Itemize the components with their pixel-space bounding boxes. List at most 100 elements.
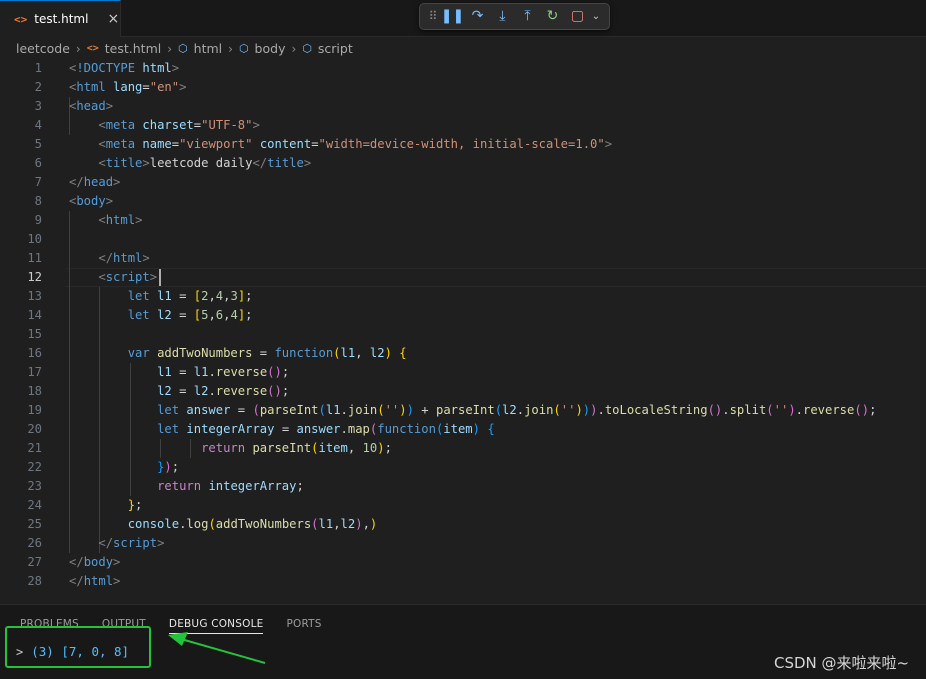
- code-line[interactable]: 16 var addTwoNumbers = function(l1, l2) …: [0, 344, 926, 363]
- code-line[interactable]: 5 <meta name="viewport" content="width=d…: [0, 135, 926, 154]
- line-number: 11: [27, 251, 42, 265]
- code-text: };: [127, 498, 143, 512]
- line-number: 25: [27, 517, 42, 531]
- code-text: </head>: [69, 175, 121, 189]
- code-line[interactable]: 22 });: [0, 458, 926, 477]
- code-line[interactable]: 17 l1 = l1.reverse();: [0, 363, 926, 382]
- code-line[interactable]: 11 </html>: [0, 249, 926, 268]
- line-number: 17: [27, 365, 42, 379]
- code-text: <title>leetcode daily</title>: [98, 156, 312, 170]
- tab-ports[interactable]: PORTS: [286, 618, 321, 634]
- code-line[interactable]: 20 let integerArray = answer.map(functio…: [0, 420, 926, 439]
- code-text: let integerArray = answer.map(function(i…: [157, 422, 495, 436]
- step-into-button[interactable]: ⤓: [490, 4, 515, 29]
- code-line[interactable]: 28 </html>: [0, 572, 926, 591]
- watermark: CSDN @来啦来啦~: [774, 654, 910, 672]
- code-text: <html>: [98, 213, 143, 227]
- code-line[interactable]: 1 <!DOCTYPE html>: [0, 59, 926, 78]
- step-out-button[interactable]: ⤒: [515, 4, 540, 29]
- code-line[interactable]: 6 <title>leetcode daily</title>: [0, 154, 926, 173]
- code-text: <body>: [69, 194, 114, 208]
- line-number: 15: [27, 327, 42, 341]
- chevron-down-icon[interactable]: ⌄: [590, 4, 602, 29]
- line-number: 16: [27, 346, 42, 360]
- code-line[interactable]: 21 return parseInt(item, 10);: [0, 439, 926, 458]
- drag-grip-icon[interactable]: ⠿: [426, 4, 440, 29]
- line-number: 23: [27, 479, 42, 493]
- code-line[interactable]: 7 </head>: [0, 173, 926, 192]
- code-text: </html>: [69, 574, 121, 588]
- code-text: <script>: [98, 270, 158, 284]
- code-line[interactable]: 4 <meta charset="UTF-8">: [0, 116, 926, 135]
- code-line[interactable]: 10: [0, 230, 926, 249]
- chevron-right-icon: ›: [291, 41, 297, 56]
- line-number: 21: [27, 441, 42, 455]
- line-number: 4: [34, 118, 42, 132]
- line-number: 7: [34, 175, 42, 189]
- code-line[interactable]: 13 let l1 = [2,4,3];: [0, 287, 926, 306]
- code-line[interactable]: 2 <html lang="en">: [0, 78, 926, 97]
- code-text: <meta charset="UTF-8">: [98, 118, 260, 132]
- code-line[interactable]: 9 <html>: [0, 211, 926, 230]
- code-text: </html>: [98, 251, 150, 265]
- line-number: 3: [34, 99, 42, 113]
- tab-label: test.html: [34, 12, 89, 26]
- html-file-icon: <>: [14, 12, 28, 26]
- code-editor[interactable]: 1 <!DOCTYPE html> 2 <html lang="en"> 3 <head>…: [0, 59, 926, 604]
- symbol-element-icon: ⬡: [178, 42, 188, 55]
- code-line[interactable]: 12 <script>: [0, 268, 926, 287]
- line-number: 9: [34, 213, 42, 227]
- code-text: return parseInt(item, 10);: [201, 441, 392, 455]
- code-line[interactable]: 15: [0, 325, 926, 344]
- line-number: 26: [27, 536, 42, 550]
- code-text: return integerArray;: [157, 479, 304, 493]
- line-number: 5: [34, 137, 42, 151]
- line-number: 8: [34, 194, 42, 208]
- code-text: });: [157, 460, 180, 474]
- breadcrumb-item-script[interactable]: script: [318, 41, 353, 56]
- code-line[interactable]: 23 return integerArray;: [0, 477, 926, 496]
- code-line[interactable]: 19 let answer = (parseInt(l1.join('')) +…: [0, 401, 926, 420]
- chevron-right-icon: ›: [167, 41, 173, 56]
- code-line[interactable]: 8 <body>: [0, 192, 926, 211]
- pause-button[interactable]: ❚❚: [440, 4, 465, 29]
- breadcrumb-item-file[interactable]: test.html: [105, 41, 161, 56]
- code-text: <!DOCTYPE html>: [69, 61, 180, 75]
- line-number: 12: [27, 270, 42, 284]
- step-over-button[interactable]: ↷: [465, 4, 490, 29]
- line-number: 27: [27, 555, 42, 569]
- breadcrumb-item-folder[interactable]: leetcode: [16, 41, 70, 56]
- line-number: 20: [27, 422, 42, 436]
- code-line[interactable]: 26 </script>: [0, 534, 926, 553]
- code-text: <html lang="en">: [69, 80, 187, 94]
- stop-button[interactable]: ▢: [565, 4, 590, 29]
- line-number: 24: [27, 498, 42, 512]
- tab-test-html[interactable]: <> test.html ×: [0, 0, 121, 37]
- line-number: 1: [34, 61, 42, 75]
- line-number: 2: [34, 80, 42, 94]
- symbol-element-icon: ⬡: [238, 42, 249, 55]
- symbol-element-icon: ⬡: [302, 42, 312, 55]
- code-line[interactable]: 27 </body>: [0, 553, 926, 572]
- code-line[interactable]: 18 l2 = l2.reverse();: [0, 382, 926, 401]
- code-text: </body>: [69, 555, 121, 569]
- restart-button[interactable]: ↻: [540, 4, 565, 29]
- debug-toolbar: ⠿ ❚❚ ↷ ⤓ ⤒ ↻ ▢ ⌄: [419, 3, 610, 30]
- code-text: let answer = (parseInt(l1.join('')) + pa…: [157, 403, 877, 417]
- line-number: 14: [27, 308, 42, 322]
- code-text: console.log(addTwoNumbers(l1,l2),): [127, 517, 378, 531]
- code-text: </script>: [98, 536, 165, 550]
- code-text: var addTwoNumbers = function(l1, l2) {: [127, 346, 407, 360]
- breadcrumb-item-html[interactable]: html: [194, 41, 222, 56]
- line-number: 28: [27, 574, 42, 588]
- code-line[interactable]: 25 console.log(addTwoNumbers(l1,l2),): [0, 515, 926, 534]
- code-line[interactable]: 14 let l2 = [5,6,4];: [0, 306, 926, 325]
- close-icon[interactable]: ×: [107, 11, 119, 27]
- breadcrumb-item-body[interactable]: body: [255, 41, 286, 56]
- line-number: 6: [34, 156, 42, 170]
- html-file-icon: <>: [86, 43, 99, 54]
- code-line[interactable]: 24 };: [0, 496, 926, 515]
- code-line[interactable]: 3 <head>: [0, 97, 926, 116]
- line-number: 22: [27, 460, 42, 474]
- annotation-highlight-box: [5, 626, 151, 668]
